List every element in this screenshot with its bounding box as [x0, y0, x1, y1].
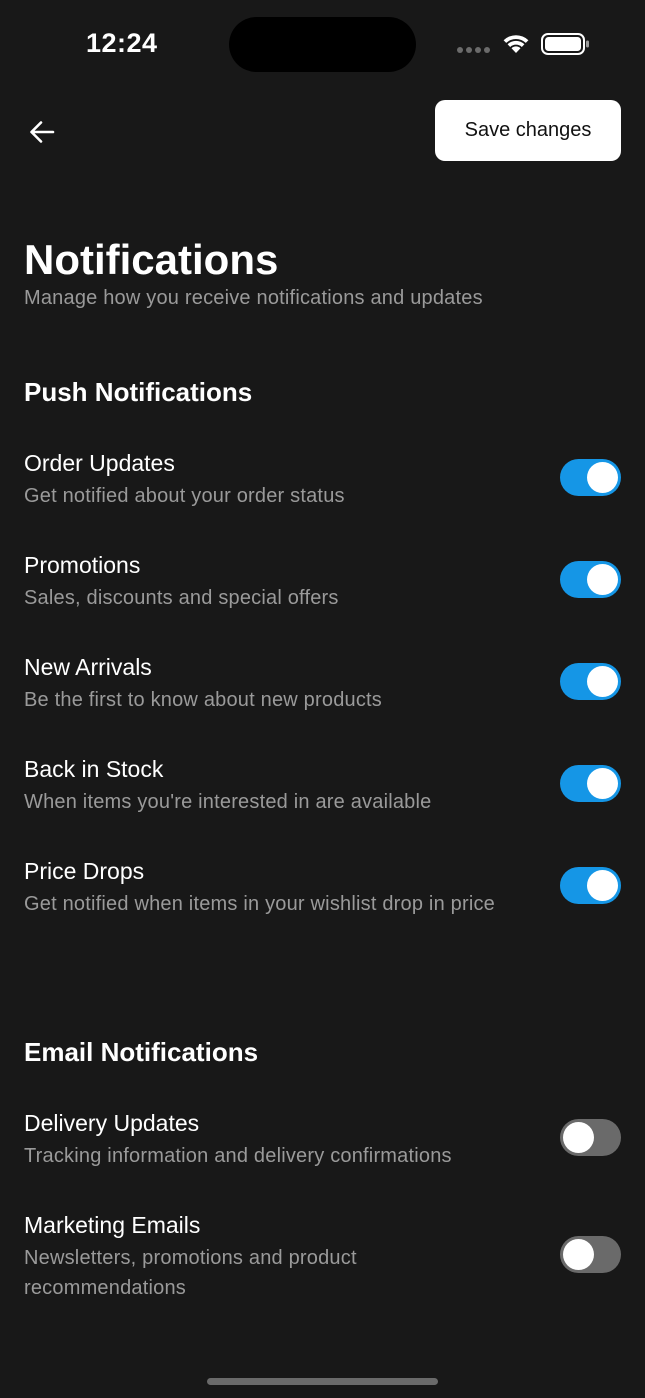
setting-label: New Arrivals	[24, 654, 152, 680]
toggle-knob	[587, 564, 618, 595]
save-changes-button[interactable]: Save changes	[435, 100, 621, 161]
setting-label: Price Drops	[24, 858, 145, 884]
toggle-new-arrivals[interactable]	[560, 663, 621, 700]
page-subtitle: Manage how you receive notifications and…	[24, 287, 483, 309]
toggle-back-in-stock[interactable]	[560, 765, 621, 802]
dynamic-island	[229, 17, 416, 72]
setting-description: Newsletters, promotions and product reco…	[24, 1247, 357, 1299]
setting-label: Promotions	[24, 552, 141, 578]
toggle-knob	[587, 870, 618, 901]
setting-description: When items you're interested in are avai…	[24, 791, 432, 813]
toggle-marketing-emails[interactable]	[560, 1236, 621, 1273]
toggle-knob	[587, 666, 618, 697]
battery-icon	[541, 33, 589, 55]
setting-label: Order Updates	[24, 450, 175, 476]
section-title-email: Email Notifications	[24, 1037, 259, 1067]
setting-description: Sales, discounts and special offers	[24, 587, 339, 609]
toggle-promotions[interactable]	[560, 561, 621, 598]
setting-description: Tracking information and delivery confir…	[24, 1145, 452, 1167]
status-bar: 12:24	[0, 0, 645, 90]
setting-description: Be the first to know about new products	[24, 689, 382, 711]
wifi-icon	[503, 35, 529, 53]
page-title: Notifications	[24, 236, 279, 283]
toggle-knob	[587, 768, 618, 799]
status-time: 12:24	[86, 28, 158, 58]
toggle-order-updates[interactable]	[560, 459, 621, 496]
home-indicator	[207, 1378, 438, 1385]
setting-label: Back in Stock	[24, 756, 164, 782]
setting-description: Get notified about your order status	[24, 485, 345, 507]
setting-label: Marketing Emails	[24, 1212, 201, 1238]
back-button[interactable]	[22, 112, 62, 152]
toggle-delivery-updates[interactable]	[560, 1119, 621, 1156]
signal-icon	[457, 47, 491, 53]
setting-label: Delivery Updates	[24, 1110, 200, 1136]
arrow-left-icon	[30, 121, 55, 143]
toggle-knob	[563, 1239, 594, 1270]
setting-description: Get notified when items in your wishlist…	[24, 893, 496, 915]
toggle-knob	[587, 462, 618, 493]
section-title-push: Push Notifications	[24, 377, 253, 407]
toggle-knob	[563, 1122, 594, 1153]
toggle-price-drops[interactable]	[560, 867, 621, 904]
